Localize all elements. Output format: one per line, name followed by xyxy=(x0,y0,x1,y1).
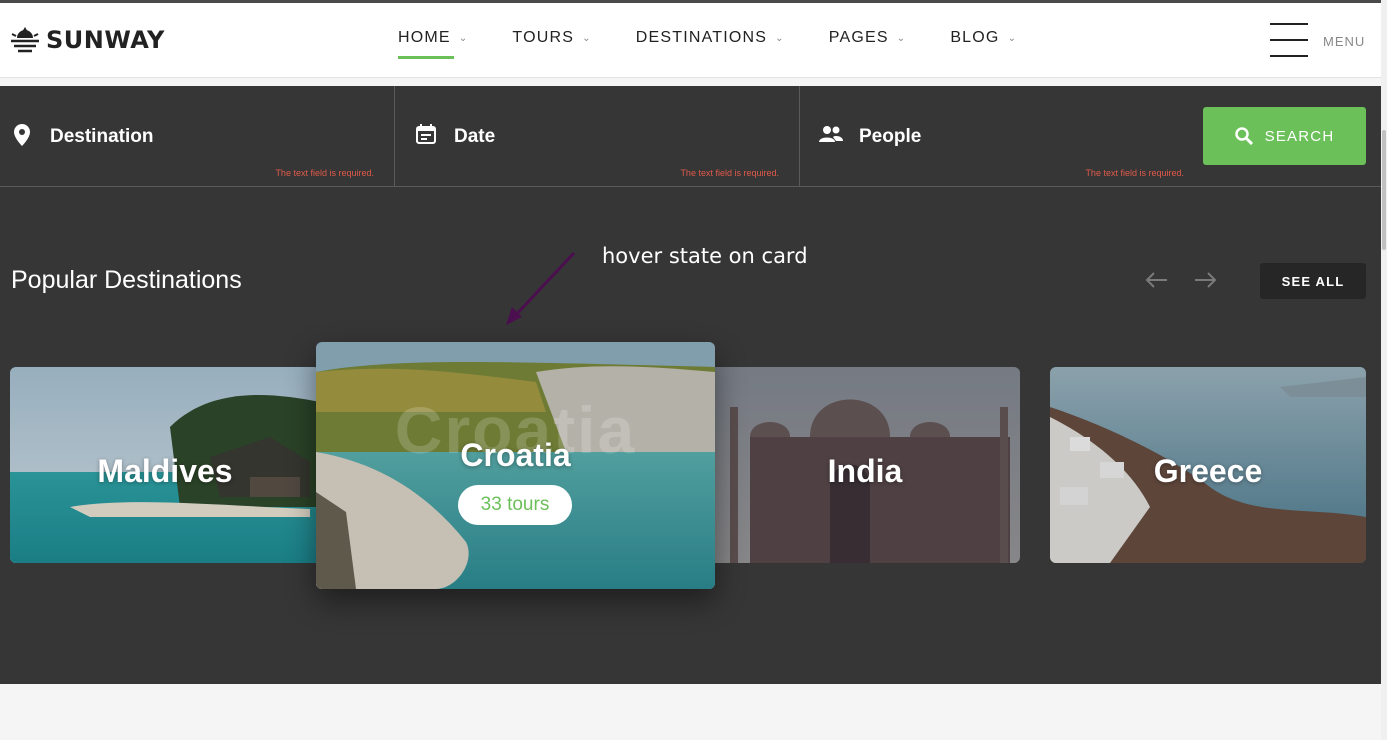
card-title: India xyxy=(827,453,903,489)
search-bar: Destination The text field is required. … xyxy=(0,86,1381,187)
section-title: Popular Destinations xyxy=(11,266,242,294)
destination-card-maldives[interactable]: Maldives xyxy=(10,367,320,563)
destination-field[interactable]: Destination The text field is required. xyxy=(0,86,395,186)
date-field[interactable]: Date The text field is required. xyxy=(394,86,800,186)
nav-label: DESTINATIONS xyxy=(635,29,768,46)
chevron-down-icon: ⌄ xyxy=(1007,32,1018,44)
search-button[interactable]: SEARCH xyxy=(1203,107,1366,165)
search-icon xyxy=(1234,127,1253,145)
arrow-right-icon[interactable] xyxy=(1193,270,1217,290)
tours-count-badge[interactable]: 33 tours xyxy=(458,485,572,525)
hamburger-menu-icon[interactable] xyxy=(1270,23,1310,59)
location-pin-icon xyxy=(14,124,30,146)
annotation-arrow-icon xyxy=(506,251,576,325)
date-error: The text field is required. xyxy=(680,168,779,178)
nav-label: TOURS xyxy=(512,29,575,46)
people-error: The text field is required. xyxy=(1085,168,1184,178)
date-label: Date xyxy=(454,126,496,147)
nav-item-home[interactable]: HOME ⌄ xyxy=(398,29,469,59)
nav-item-pages[interactable]: PAGES ⌄ xyxy=(829,29,907,47)
chevron-down-icon: ⌄ xyxy=(775,32,785,44)
scrollbar-thumb[interactable] xyxy=(1382,130,1386,250)
main-nav: HOME ⌄ TOURS ⌄ DESTINATIONS ⌄ PAGES ⌄ BL… xyxy=(398,29,1061,59)
chevron-down-icon: ⌄ xyxy=(582,32,592,44)
nav-item-tours[interactable]: TOURS ⌄ xyxy=(512,29,591,47)
destination-error: The text field is required. xyxy=(275,168,374,178)
destination-card-croatia[interactable]: Croatia Croatia 33 tours xyxy=(316,342,715,589)
people-field[interactable]: People The text field is required. xyxy=(799,86,1204,186)
nav-item-destinations[interactable]: DESTINATIONS ⌄ xyxy=(636,29,785,47)
menu-label[interactable]: MENU xyxy=(1323,34,1365,49)
annotation-text: hover state on card xyxy=(602,244,808,268)
nav-item-blog[interactable]: BLOG ⌄ xyxy=(950,29,1017,47)
chevron-down-icon: ⌄ xyxy=(896,32,907,44)
site-header: SUNWAY HOME ⌄ TOURS ⌄ DESTINATIONS ⌄ PAG… xyxy=(0,3,1387,78)
page-below-section xyxy=(0,684,1381,740)
nav-label: PAGES xyxy=(828,29,889,46)
nav-label: HOME xyxy=(398,29,451,46)
destination-label: Destination xyxy=(50,126,154,147)
calendar-icon xyxy=(416,124,436,144)
nav-label: BLOG xyxy=(950,29,1000,46)
brand-logo[interactable]: SUNWAY xyxy=(10,25,165,55)
card-title: Maldives xyxy=(97,453,233,489)
page-scrollbar[interactable] xyxy=(1381,0,1387,740)
search-button-label: SEARCH xyxy=(1264,127,1335,145)
arrow-left-icon[interactable] xyxy=(1145,270,1169,290)
people-icon xyxy=(819,126,843,142)
brand-name: SUNWAY xyxy=(46,26,165,54)
destination-card-india[interactable]: India xyxy=(710,367,1020,563)
card-title: Croatia xyxy=(460,437,571,473)
chevron-down-icon: ⌄ xyxy=(458,32,469,44)
sun-logo-icon xyxy=(11,27,39,53)
see-all-button[interactable]: SEE ALL xyxy=(1260,263,1366,299)
hero-section: Destination The text field is required. … xyxy=(0,86,1381,684)
people-label: People xyxy=(859,126,922,147)
destination-card-greece[interactable]: Greece xyxy=(1050,367,1366,563)
card-title: Greece xyxy=(1153,453,1263,489)
